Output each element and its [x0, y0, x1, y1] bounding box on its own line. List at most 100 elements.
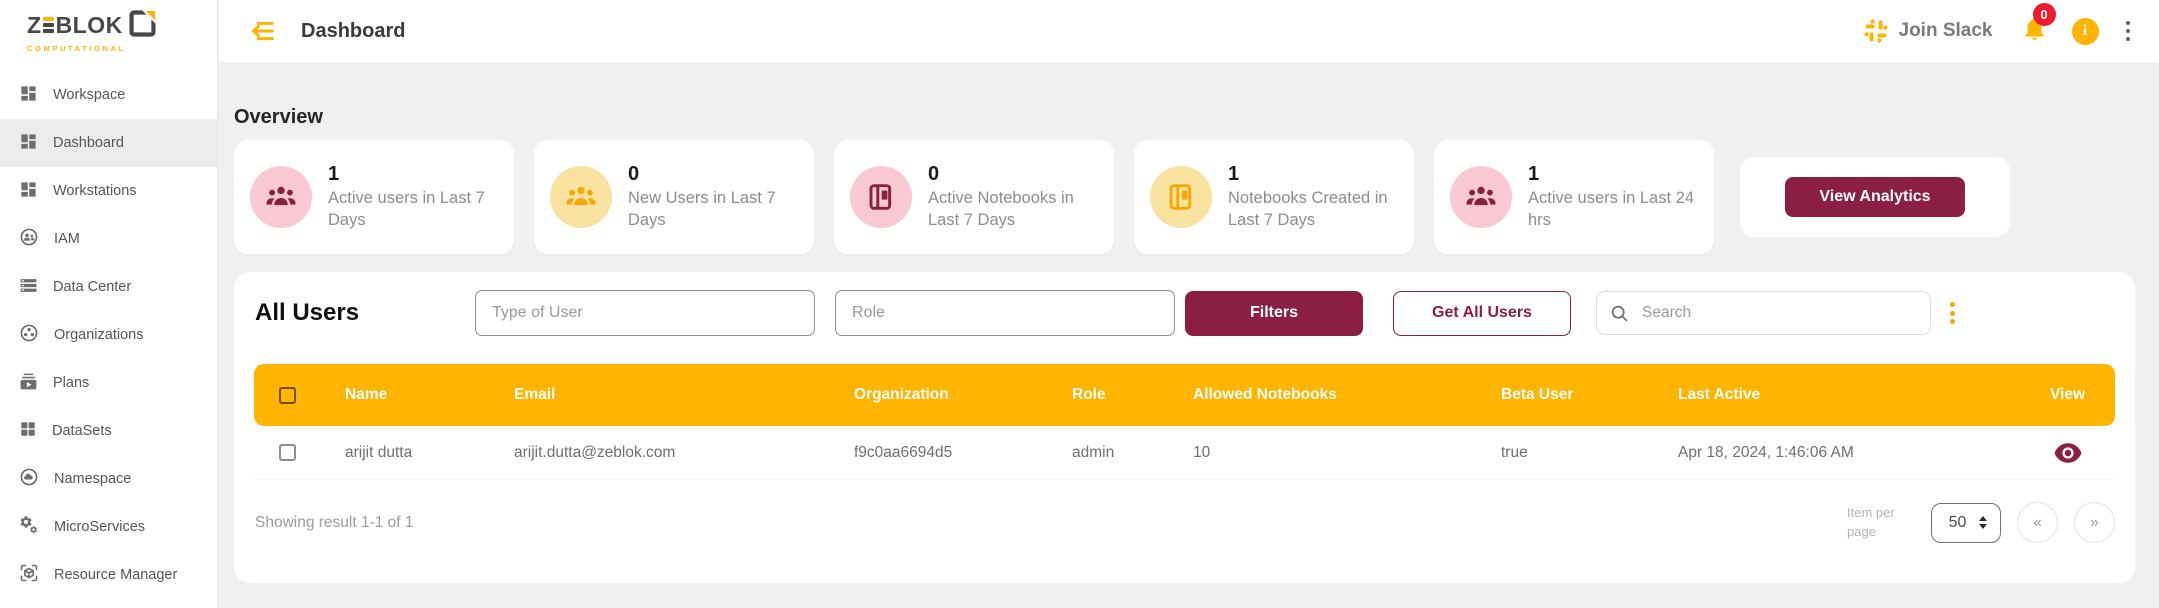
users-table-footer: Showing result 1-1 of 1 Item per page « …	[234, 480, 2135, 543]
sidebar-nav: Workspace Dashboard Workstations IAM Dat…	[0, 62, 217, 599]
cell-role: admin	[1050, 444, 1168, 462]
column-header-name: Name	[320, 386, 490, 404]
items-per-page-value[interactable]	[1946, 514, 1970, 532]
sidebar: Z BLOK COMPUTATIONAL Workspace Dashboard…	[0, 0, 218, 608]
stat-value: 1	[328, 163, 498, 186]
all-users-title: All Users	[255, 299, 475, 327]
users-group-icon	[564, 180, 598, 214]
items-per-page-select[interactable]	[1931, 503, 2001, 543]
column-header-view: View	[2020, 386, 2115, 404]
brand-logo-text: Z BLOK COMPUTATIONAL	[27, 10, 156, 53]
cell-name: arijit dutta	[320, 444, 490, 462]
info-button[interactable]: i	[2072, 18, 2099, 45]
join-slack-label: Join Slack	[1899, 20, 1993, 42]
brand-mark-icon	[129, 10, 156, 41]
stat-label: New Users in Last 7 Days	[628, 188, 798, 232]
gears-icon	[19, 515, 39, 539]
brand-name-prefix: Z	[27, 14, 42, 37]
type-of-user-input[interactable]	[475, 290, 815, 336]
search-icon	[1609, 303, 1630, 324]
sidebar-item-iam[interactable]: IAM	[0, 215, 217, 263]
sidebar-item-datasets[interactable]: DataSets	[0, 407, 217, 455]
view-user-button[interactable]	[2051, 440, 2085, 466]
stat-value: 1	[1528, 163, 1698, 186]
sidebar-item-microservices[interactable]: MicroServices	[0, 503, 217, 551]
cell-allowed-notebooks: 10	[1168, 444, 1476, 462]
sidebar-item-workspace[interactable]: Workspace	[0, 71, 217, 119]
sidebar-item-plans[interactable]: Plans	[0, 359, 217, 407]
sidebar-item-label: Workstations	[53, 183, 137, 199]
search-box[interactable]	[1596, 291, 1931, 335]
role-input[interactable]	[835, 290, 1175, 336]
table-options-menu-button[interactable]	[1947, 299, 1958, 327]
brand-logo[interactable]: Z BLOK COMPUTATIONAL	[0, 0, 217, 62]
notebook-icon	[865, 181, 897, 213]
join-slack-button[interactable]: Join Slack	[1863, 18, 1993, 44]
sidebar-item-dashboard[interactable]: Dashboard	[0, 119, 217, 167]
notebook-icon	[1165, 181, 1197, 213]
table-row: arijit dutta arijit.dutta@zeblok.com f9c…	[254, 426, 2115, 480]
column-header-organization: Organization	[830, 386, 1050, 404]
collapse-sidebar-button[interactable]	[249, 17, 277, 45]
group-work-icon	[19, 323, 39, 347]
dashboard-grid-icon	[19, 180, 38, 203]
result-summary: Showing result 1-1 of 1	[255, 514, 414, 532]
stat-label: Notebooks Created in Last 7 Days	[1228, 188, 1398, 232]
pagination: Item per page « »	[1847, 502, 2115, 543]
sidebar-item-label: Resource Manager	[54, 567, 177, 583]
row-checkbox[interactable]	[279, 444, 296, 461]
next-page-button[interactable]: »	[2074, 502, 2115, 543]
stat-circle	[250, 166, 312, 228]
users-table-header: Name Email Organization Role Allowed Not…	[254, 364, 2115, 426]
stat-card-active-notebooks-7d: 0 Active Notebooks in Last 7 Days	[834, 140, 1114, 254]
stat-card-active-users-7d: 1 Active users in Last 7 Days	[234, 140, 514, 254]
stat-value: 0	[628, 163, 798, 186]
view-analytics-button[interactable]: View Analytics	[1785, 177, 1964, 217]
stat-label: Active users in Last 24 hrs	[1528, 188, 1698, 232]
info-icon: i	[2083, 23, 2087, 40]
sidebar-item-organizations[interactable]: Organizations	[0, 311, 217, 359]
stat-card-new-users-7d: 0 New Users in Last 7 Days	[534, 140, 814, 254]
users-table: Name Email Organization Role Allowed Not…	[254, 364, 2115, 480]
get-all-users-button[interactable]: Get All Users	[1393, 291, 1571, 336]
slack-icon	[1863, 18, 1889, 44]
sidebar-item-label: Workspace	[53, 87, 125, 103]
column-header-allowed-notebooks: Allowed Notebooks	[1168, 386, 1476, 404]
stat-label: Active Notebooks in Last 7 Days	[928, 188, 1098, 232]
stat-value: 1	[1228, 163, 1398, 186]
sidebar-item-label: Data Center	[53, 279, 131, 295]
cell-beta-user: true	[1476, 444, 1654, 462]
filters-button[interactable]: Filters	[1185, 291, 1363, 336]
stat-circle	[1150, 166, 1212, 228]
sidebar-item-label: MicroServices	[54, 519, 145, 535]
sidebar-item-label: IAM	[54, 231, 80, 247]
spinner-arrows-icon	[1979, 516, 1987, 529]
items-per-page-label: Item per page	[1847, 504, 1909, 542]
cell-email: arijit.dutta@zeblok.com	[490, 444, 830, 462]
column-header-role: Role	[1050, 386, 1168, 404]
previous-page-button[interactable]: «	[2017, 502, 2058, 543]
search-input[interactable]	[1642, 304, 1882, 322]
select-all-checkbox[interactable]	[279, 387, 296, 404]
dashboard-grid-icon	[19, 84, 38, 107]
sidebar-item-label: Namespace	[54, 471, 131, 487]
stat-value: 0	[928, 163, 1098, 186]
sidebar-item-data-center[interactable]: Data Center	[0, 263, 217, 311]
grid-icon	[19, 420, 37, 442]
column-header-email: Email	[490, 386, 830, 404]
overview-cards-row: 1 Active users in Last 7 Days 0 New User…	[234, 140, 2135, 254]
sidebar-item-namespace[interactable]: Namespace	[0, 455, 217, 503]
stat-circle	[1450, 166, 1512, 228]
stat-label: Active users in Last 7 Days	[328, 188, 498, 232]
sidebar-item-label: Dashboard	[53, 135, 124, 151]
sidebar-item-resource-manager[interactable]: Resource Manager	[0, 551, 217, 599]
main-content: Overview 1 Active users in Last 7 Days 0…	[219, 62, 2159, 608]
view-analytics-card: View Analytics	[1740, 157, 2010, 237]
notifications-button[interactable]: 0	[2021, 15, 2048, 47]
header-overflow-menu-button[interactable]	[2123, 18, 2134, 45]
top-header: Dashboard Join Slack 0 i	[219, 0, 2159, 62]
people-circle-icon	[19, 227, 39, 251]
cell-organization: f9c0aa6694d5	[830, 444, 1050, 462]
sidebar-item-workstations[interactable]: Workstations	[0, 167, 217, 215]
subscriptions-icon	[19, 372, 38, 395]
